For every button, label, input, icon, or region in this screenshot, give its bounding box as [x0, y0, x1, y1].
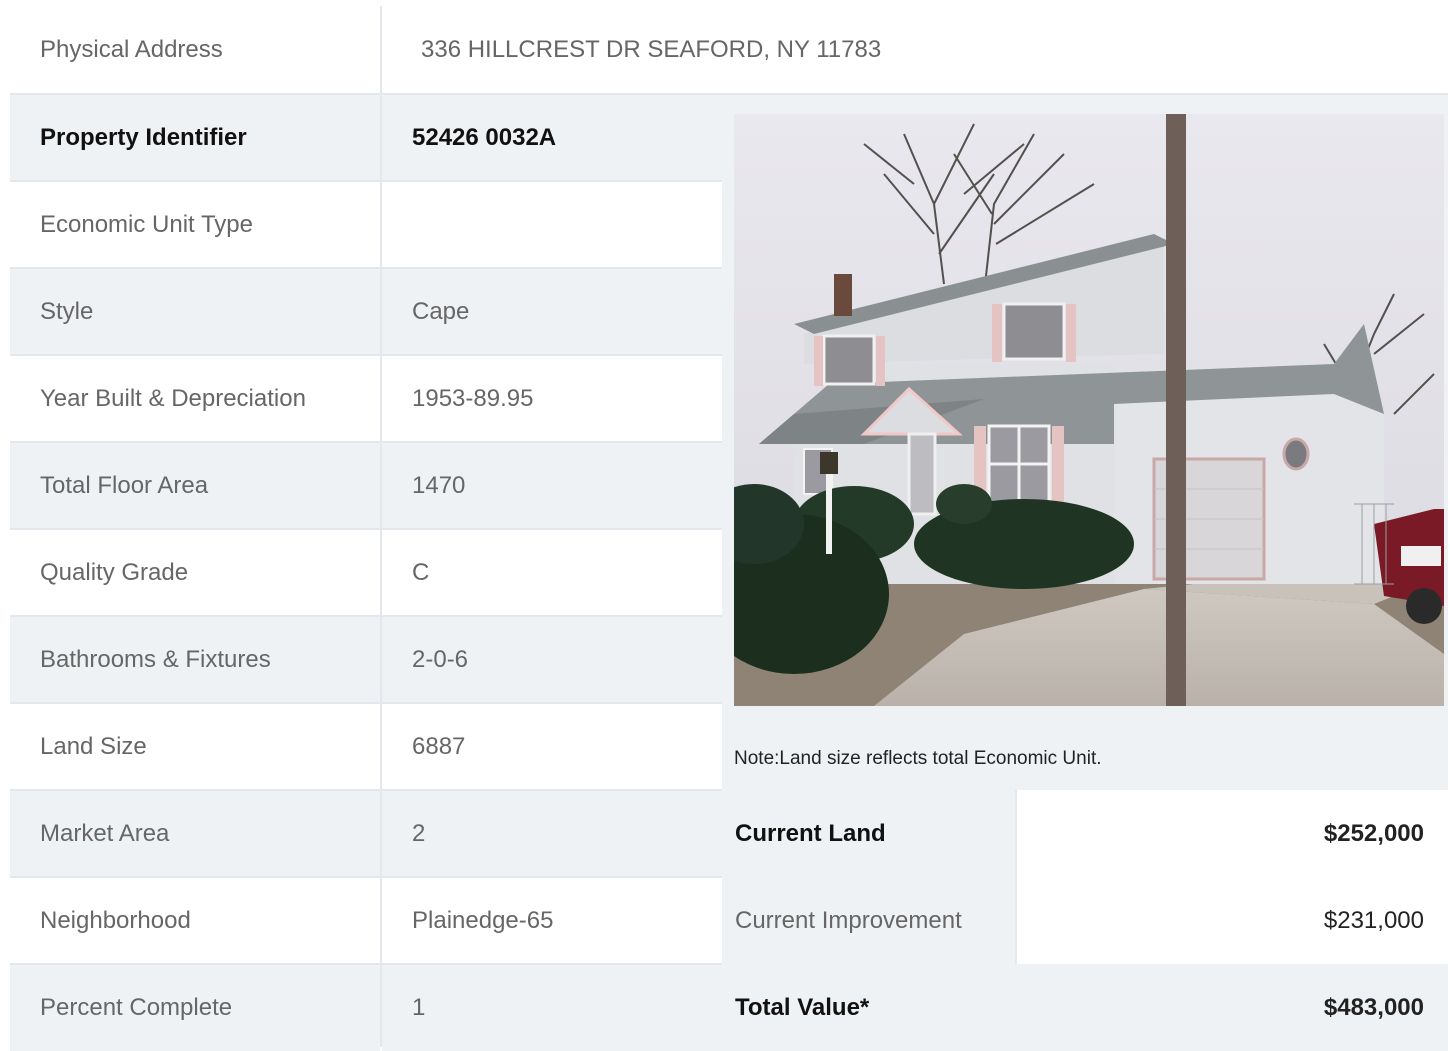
row-neighborhood-value: Plainedge-65	[382, 877, 722, 964]
row-property-identifier-value: 52426 0032A	[382, 94, 722, 181]
divider	[380, 6, 382, 1047]
current-improvement-value: $231,000	[1323, 906, 1424, 934]
row-quality-grade-label: Quality Grade	[10, 529, 380, 616]
current-land-label: Current Land	[735, 819, 886, 847]
divider	[10, 267, 722, 269]
address-label: Physical Address	[40, 35, 223, 63]
row-total-floor-area-label: Total Floor Area	[10, 442, 380, 529]
row-economic-unit-type-label: Economic Unit Type	[10, 181, 380, 268]
row-value: 6887	[412, 732, 466, 760]
row-total-floor-area-value: 1470	[382, 442, 722, 529]
divider	[10, 789, 722, 791]
row-bathrooms-label: Bathrooms & Fixtures	[10, 616, 380, 703]
row-land-size-value: 6887	[382, 703, 722, 790]
current-land-value: $252,000	[1323, 819, 1424, 847]
row-label: Market Area	[40, 819, 170, 847]
row-label: Bathrooms & Fixtures	[40, 645, 271, 673]
total-value-label-cell: Total Value*	[722, 964, 1017, 1051]
row-label: Style	[40, 297, 94, 325]
row-year-built-label: Year Built & Depreciation	[10, 355, 380, 442]
row-economic-unit-type-value	[382, 181, 722, 268]
divider	[10, 354, 722, 356]
current-land-label-cell: Current Land	[722, 790, 1017, 877]
property-photo	[734, 114, 1444, 706]
row-property-identifier-label: Property Identifier	[10, 94, 380, 181]
row-market-area-label: Market Area	[10, 790, 380, 877]
row-label: Neighborhood	[40, 906, 191, 934]
row-value: 1470	[412, 471, 466, 499]
row-label: Economic Unit Type	[40, 210, 253, 238]
land-size-note: Note:Land size reflects total Economic U…	[734, 748, 1102, 769]
divider	[10, 963, 722, 965]
row-label: Total Floor Area	[40, 471, 209, 499]
current-improvement-label: Current Improvement	[735, 906, 962, 934]
divider	[10, 441, 722, 443]
row-label: Year Built & Depreciation	[40, 384, 306, 412]
row-bathrooms-value: 2-0-6	[382, 616, 722, 703]
address-value-cell: 336 HILLCREST DR SEAFORD, NY 11783	[382, 6, 1448, 93]
row-market-area-value: 2	[382, 790, 722, 877]
row-value: Plainedge-65	[412, 906, 554, 934]
total-value-value: $483,000	[1323, 993, 1424, 1021]
row-percent-complete-label: Percent Complete	[10, 964, 380, 1051]
row-percent-complete-value: 1	[382, 964, 722, 1051]
current-improvement-label-cell: Current Improvement	[722, 877, 1017, 964]
row-value: 1953-89.95	[412, 384, 534, 412]
divider	[10, 876, 722, 878]
divider	[10, 615, 722, 617]
divider	[10, 180, 722, 182]
row-value: 2-0-6	[412, 645, 469, 673]
row-label: Quality Grade	[40, 558, 189, 586]
divider	[10, 702, 722, 704]
row-year-built-value: 1953-89.95	[382, 355, 722, 442]
row-style-value: Cape	[382, 268, 722, 355]
row-label: Land Size	[40, 732, 147, 760]
row-label: Property Identifier	[40, 123, 247, 151]
row-value: C	[412, 558, 430, 586]
row-quality-grade-value: C	[382, 529, 722, 616]
address-label-cell: Physical Address	[10, 6, 380, 93]
row-value: 52426 0032A	[412, 123, 557, 151]
current-land-value-cell: $252,000	[1017, 790, 1448, 877]
row-style-label: Style	[10, 268, 380, 355]
current-improvement-value-cell: $231,000	[1017, 877, 1448, 964]
divider	[1015, 790, 1017, 964]
total-value-value-cell: $483,000	[1017, 964, 1448, 1051]
address-value: 336 HILLCREST DR SEAFORD, NY 11783	[421, 35, 882, 63]
divider	[10, 528, 722, 530]
row-value: Cape	[412, 297, 470, 325]
row-neighborhood-label: Neighborhood	[10, 877, 380, 964]
row-value: 1	[412, 993, 426, 1021]
total-value-label: Total Value*	[735, 993, 870, 1021]
row-value: 2	[412, 819, 426, 847]
row-label: Percent Complete	[40, 993, 233, 1021]
divider	[10, 93, 1448, 95]
row-land-size-label: Land Size	[10, 703, 380, 790]
